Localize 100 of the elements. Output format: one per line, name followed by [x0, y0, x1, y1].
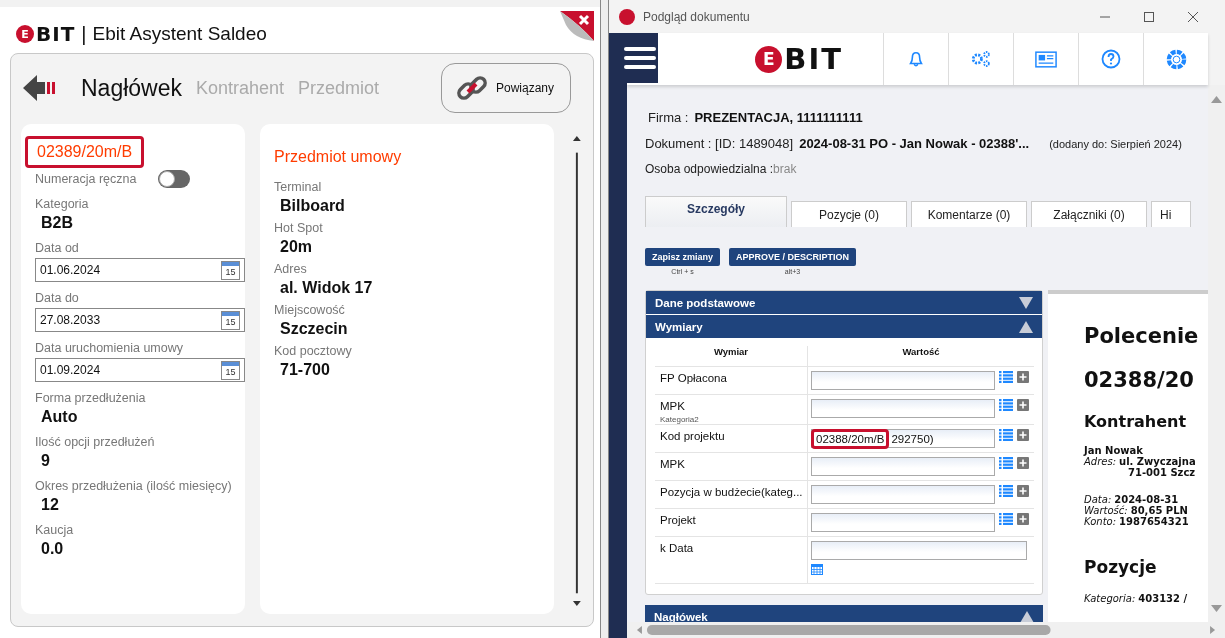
field-label: Numeracja ręczna — [35, 172, 137, 186]
responsible-value: brak — [773, 162, 797, 176]
field-label: Miejscowość — [274, 303, 346, 317]
field-value: al. Widok 17 — [279, 279, 374, 297]
highlighted-value: 02388/20m/B — [811, 428, 890, 449]
section-header[interactable]: Dane podstawowe — [646, 291, 1042, 314]
input-field[interactable] — [811, 485, 995, 504]
tab[interactable]: Załączniki (0) — [1031, 201, 1147, 227]
menu-button[interactable] — [622, 33, 658, 83]
calendar-icon[interactable]: 15 — [221, 360, 240, 380]
field-label: Data do — [35, 291, 80, 305]
plus-icon[interactable] — [1017, 457, 1029, 469]
dimension-name: FP Opłacona — [660, 372, 728, 384]
firm-label: Firma : — [648, 110, 689, 125]
field-label: Data uruchomienia umowy — [35, 341, 184, 355]
document-value: 2024-08-31 PO - Jan Nowak - 02388'... — [799, 136, 1030, 151]
action-button[interactable]: APPROVE / DESCRIPTION — [729, 248, 857, 266]
maximize-icon[interactable] — [1143, 10, 1155, 23]
input-field[interactable] — [811, 513, 995, 532]
firm-value: PREZENTACJA, 1111111111 — [694, 110, 863, 125]
calendar-icon[interactable]: 15 — [221, 310, 240, 330]
linked-button[interactable]: Powiązany — [440, 63, 571, 113]
field-label: Okres przedłużenia (ilość miesięcy) — [35, 479, 233, 493]
section-header[interactable]: Nagłówek — [645, 605, 1043, 622]
date-field[interactable]: 01.09.2024 15 — [35, 358, 245, 382]
preview-number: 02388/20 — [1084, 368, 1195, 392]
ebit-logo: E BIT — [16, 24, 76, 44]
dimension-name: Kod projektu — [660, 430, 726, 442]
title-separator: | — [81, 22, 87, 46]
responsible-label: Osoba odpowiedzialna : — [645, 162, 774, 176]
field-label: Kategoria — [35, 197, 90, 211]
field-value: 71-700 — [279, 361, 331, 379]
date-field[interactable]: 01.06.2024 15 — [35, 258, 245, 282]
contractor-name: Jan Nowak — [1084, 445, 1144, 456]
tab[interactable]: Nagłówek — [81, 74, 182, 102]
field-label: Adres — [274, 262, 308, 276]
action-button[interactable]: Zapisz zmiany — [645, 248, 721, 266]
list-icon[interactable] — [999, 371, 1013, 383]
added-date: (dodany do: Sierpień 2024) — [1049, 138, 1182, 150]
tab[interactable]: Komentarze (0) — [911, 201, 1027, 227]
field-label: Kod pocztowy — [274, 344, 353, 358]
preview-label: Kategoria: — [1084, 593, 1136, 604]
toggle-switch[interactable] — [158, 170, 191, 188]
calendar-icon[interactable] — [811, 563, 823, 575]
input-field[interactable] — [811, 371, 995, 390]
settings-icon[interactable] — [970, 49, 992, 69]
dimension-name: Pozycja w budżecie(kateg... — [660, 486, 804, 498]
window-title: Ebit Asystent Saldeo — [92, 23, 267, 45]
field-value: 12 — [40, 496, 60, 514]
calendar-icon[interactable]: 15 — [221, 260, 240, 280]
help-icon[interactable] — [1101, 49, 1121, 69]
field-label: Data od — [35, 241, 80, 255]
bell-icon[interactable] — [907, 50, 925, 68]
chevron-icon — [1020, 610, 1034, 622]
dimension-name: MPK — [660, 400, 686, 412]
preview-heading: Kontrahent — [1084, 412, 1188, 431]
preview-label: Data: — [1084, 494, 1112, 505]
date-field[interactable]: 27.08.2033 15 — [35, 308, 245, 332]
field-label: Forma przedłużenia — [35, 391, 147, 405]
ebit-logo: E BIT — [755, 44, 843, 74]
field-value: B2B — [40, 214, 74, 232]
section-header[interactable]: Wymiary — [646, 315, 1042, 338]
input-field[interactable] — [811, 541, 1027, 560]
plus-icon[interactable] — [1017, 485, 1029, 497]
close-icon[interactable] — [1187, 10, 1199, 23]
app-icon — [619, 8, 635, 25]
tab[interactable]: Hi — [1151, 201, 1191, 227]
preview-label: Konto: — [1084, 516, 1117, 527]
input-field[interactable]: 02388/20m/B 292750) — [811, 429, 995, 448]
tab[interactable]: Pozycje (0) — [791, 201, 907, 227]
list-icon[interactable] — [999, 485, 1013, 497]
close-icon[interactable] — [560, 11, 594, 41]
dimension-subtitle: Kategoria2 — [660, 415, 700, 424]
plus-icon[interactable] — [1017, 513, 1029, 525]
newspaper-icon[interactable] — [1035, 50, 1057, 68]
preview-value: 1987654321 — [1119, 516, 1189, 527]
document-label: Dokument : [ID: 1489048] — [645, 136, 794, 151]
preview-value: 80,65 PLN — [1130, 505, 1188, 516]
preview-value: 2024-08-31 — [1114, 494, 1179, 505]
column-header: Wartość — [901, 346, 941, 359]
list-icon[interactable] — [999, 399, 1013, 411]
preview-value: ul. Zwyczajna — [1119, 456, 1196, 467]
preview-value: 71-001 Szcz — [1127, 467, 1197, 478]
list-icon[interactable] — [999, 429, 1013, 441]
plus-icon[interactable] — [1017, 429, 1029, 441]
back-arrow-icon[interactable] — [23, 73, 57, 103]
field-value: Bilboard — [279, 197, 346, 215]
preview-title: Polecenie — [1084, 324, 1200, 348]
field-value: 9 — [40, 452, 51, 470]
input-field[interactable] — [811, 457, 995, 476]
list-icon[interactable] — [999, 513, 1013, 525]
input-field[interactable] — [811, 399, 995, 418]
field-label: Terminal — [274, 180, 323, 194]
plus-icon[interactable] — [1017, 371, 1029, 383]
dimension-name: MPK — [660, 458, 686, 470]
window-title: Podgląd dokumentu — [643, 9, 750, 24]
list-icon[interactable] — [999, 457, 1013, 469]
lifebuoy-icon[interactable] — [1165, 48, 1187, 70]
plus-icon[interactable] — [1017, 399, 1029, 411]
tab[interactable]: Szczegóły — [645, 196, 787, 227]
